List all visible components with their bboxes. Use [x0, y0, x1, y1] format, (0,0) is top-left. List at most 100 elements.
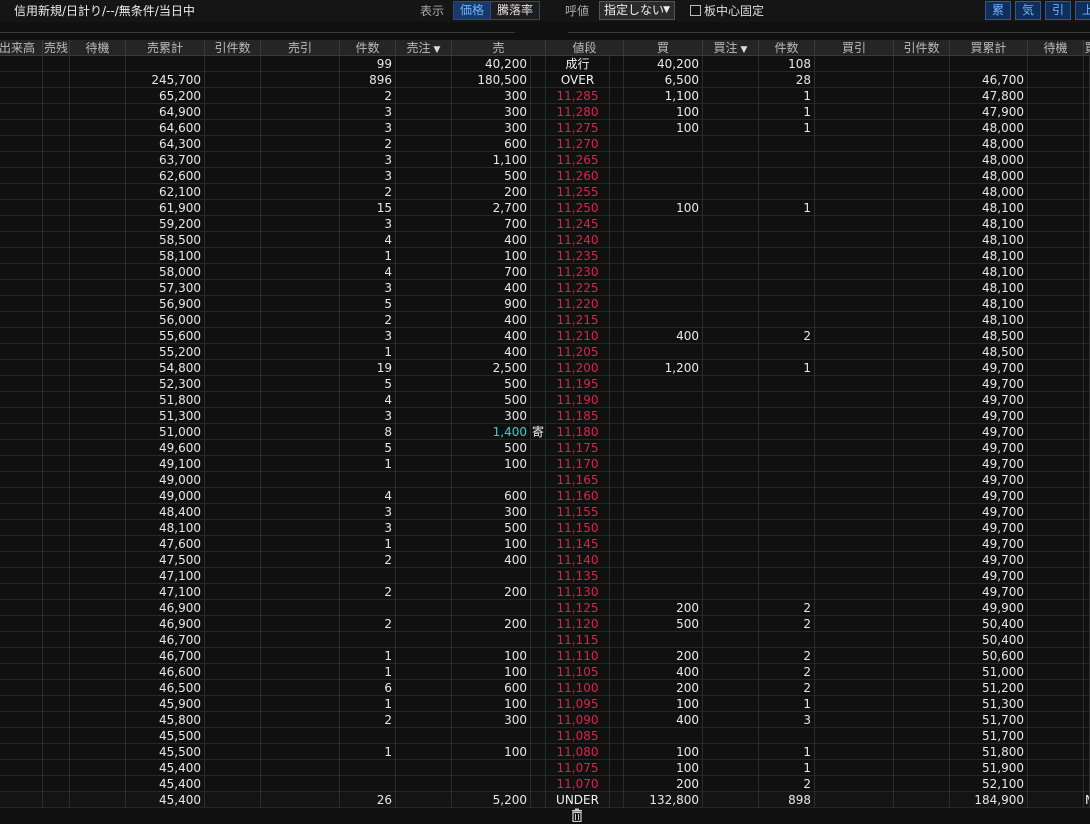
- trash-icon[interactable]: [570, 808, 584, 822]
- cell-buy-order[interactable]: [703, 712, 759, 728]
- cell-sell-qty[interactable]: 400: [452, 280, 531, 296]
- cell-buy-order[interactable]: [703, 504, 759, 520]
- cell-sell-close[interactable]: [261, 280, 340, 296]
- cell-sell-order[interactable]: [396, 424, 452, 440]
- col-buy-order[interactable]: 買注 ▼: [703, 40, 759, 56]
- cell-sell-order[interactable]: [396, 216, 452, 232]
- cell-buy-qty[interactable]: [624, 632, 703, 648]
- cell-sell-close[interactable]: [261, 520, 340, 536]
- cell-sell-close[interactable]: [261, 760, 340, 776]
- cell-buy-qty[interactable]: 100: [624, 696, 703, 712]
- order-condition-title[interactable]: 信用新規/日計り/--/無条件/当日中: [14, 3, 195, 19]
- cell-buy-close[interactable]: [815, 136, 894, 152]
- cell-sell-close[interactable]: [261, 120, 340, 136]
- cell-sell-qty[interactable]: 100: [452, 456, 531, 472]
- cell-buy-close[interactable]: [815, 312, 894, 328]
- cell-buy-qty[interactable]: 500: [624, 616, 703, 632]
- cell-buy-qty[interactable]: 6,500: [624, 72, 703, 88]
- cell-buy-order[interactable]: [703, 776, 759, 792]
- cell-sell-close[interactable]: [261, 360, 340, 376]
- cell-sell-order[interactable]: [396, 168, 452, 184]
- cell-buy-qty[interactable]: 400: [624, 712, 703, 728]
- cell-buy-order[interactable]: [703, 392, 759, 408]
- cell-buy-close[interactable]: [815, 744, 894, 760]
- cell-price[interactable]: 11,135: [546, 568, 610, 584]
- cell-buy-close[interactable]: [815, 184, 894, 200]
- cell-price[interactable]: 11,090: [546, 712, 610, 728]
- cell-sell-close[interactable]: [261, 104, 340, 120]
- cell-buy-qty[interactable]: 100: [624, 760, 703, 776]
- cell-buy-order[interactable]: [703, 376, 759, 392]
- cell-buy-order[interactable]: [703, 792, 759, 808]
- col-sell[interactable]: 売: [452, 40, 546, 56]
- cell-buy-close[interactable]: [815, 456, 894, 472]
- cell-sell-order[interactable]: [396, 616, 452, 632]
- cumulative-button[interactable]: 累: [985, 1, 1011, 20]
- cell-price[interactable]: 11,235: [546, 248, 610, 264]
- cell-buy-order[interactable]: [703, 744, 759, 760]
- cell-sell-close[interactable]: [261, 296, 340, 312]
- cell-buy-close[interactable]: [815, 120, 894, 136]
- col-buy-count[interactable]: 件数: [759, 40, 815, 56]
- cell-buy-order[interactable]: [703, 72, 759, 88]
- cell-sell-close[interactable]: [261, 632, 340, 648]
- center-fix-checkbox[interactable]: [690, 5, 701, 16]
- col-sell-cumulative[interactable]: 売累計: [126, 40, 205, 56]
- cell-price[interactable]: 11,155: [546, 504, 610, 520]
- cell-price[interactable]: 11,195: [546, 376, 610, 392]
- cell-sell-qty[interactable]: 200: [452, 584, 531, 600]
- cell-buy-close[interactable]: [815, 104, 894, 120]
- cell-buy-qty[interactable]: 400: [624, 664, 703, 680]
- cell-price[interactable]: 11,245: [546, 216, 610, 232]
- cell-buy-close[interactable]: [815, 504, 894, 520]
- col-sell-remain[interactable]: 売残: [43, 40, 70, 56]
- cell-sell-close[interactable]: [261, 616, 340, 632]
- cell-buy-qty[interactable]: [624, 344, 703, 360]
- cell-sell-qty[interactable]: 700: [452, 216, 531, 232]
- cell-price[interactable]: 11,285: [546, 88, 610, 104]
- cell-buy-qty[interactable]: [624, 456, 703, 472]
- cell-price[interactable]: 成行: [546, 56, 610, 72]
- cell-price[interactable]: 11,070: [546, 776, 610, 792]
- cell-sell-order[interactable]: [396, 328, 452, 344]
- cell-price[interactable]: 11,160: [546, 488, 610, 504]
- cell-sell-close[interactable]: [261, 56, 340, 72]
- cell-sell-close[interactable]: [261, 136, 340, 152]
- cell-sell-order[interactable]: [396, 696, 452, 712]
- cell-buy-close[interactable]: [815, 88, 894, 104]
- cell-sell-close[interactable]: [261, 504, 340, 520]
- cell-buy-order[interactable]: [703, 632, 759, 648]
- cell-buy-close[interactable]: [815, 264, 894, 280]
- tab-price[interactable]: 価格: [454, 2, 491, 19]
- cell-sell-qty[interactable]: 300: [452, 120, 531, 136]
- upper-button[interactable]: 上: [1075, 1, 1090, 20]
- cell-buy-order[interactable]: [703, 312, 759, 328]
- cell-buy-qty[interactable]: [624, 392, 703, 408]
- cell-buy-qty[interactable]: [624, 520, 703, 536]
- cell-price[interactable]: 11,280: [546, 104, 610, 120]
- cell-buy-qty[interactable]: 1,100: [624, 88, 703, 104]
- cell-sell-qty[interactable]: 100: [452, 664, 531, 680]
- cell-price[interactable]: 11,080: [546, 744, 610, 760]
- cell-sell-order[interactable]: [396, 120, 452, 136]
- cell-buy-order[interactable]: [703, 760, 759, 776]
- cell-price[interactable]: 11,225: [546, 280, 610, 296]
- cell-sell-qty[interactable]: 500: [452, 520, 531, 536]
- cell-buy-close[interactable]: [815, 600, 894, 616]
- cell-sell-qty[interactable]: 200: [452, 616, 531, 632]
- cell-buy-close[interactable]: [815, 328, 894, 344]
- cell-buy-close[interactable]: [815, 680, 894, 696]
- cell-buy-order[interactable]: [703, 408, 759, 424]
- cell-buy-qty[interactable]: 200: [624, 680, 703, 696]
- cell-buy-qty[interactable]: 200: [624, 776, 703, 792]
- cell-buy-close[interactable]: [815, 200, 894, 216]
- cell-buy-qty[interactable]: [624, 184, 703, 200]
- cell-buy-order[interactable]: [703, 248, 759, 264]
- cell-sell-order[interactable]: [396, 520, 452, 536]
- cell-buy-close[interactable]: [815, 776, 894, 792]
- cell-buy-qty[interactable]: [624, 536, 703, 552]
- tab-change-rate[interactable]: 騰落率: [490, 2, 540, 19]
- cell-sell-order[interactable]: [396, 280, 452, 296]
- cell-sell-order[interactable]: [396, 344, 452, 360]
- cell-sell-qty[interactable]: 100: [452, 248, 531, 264]
